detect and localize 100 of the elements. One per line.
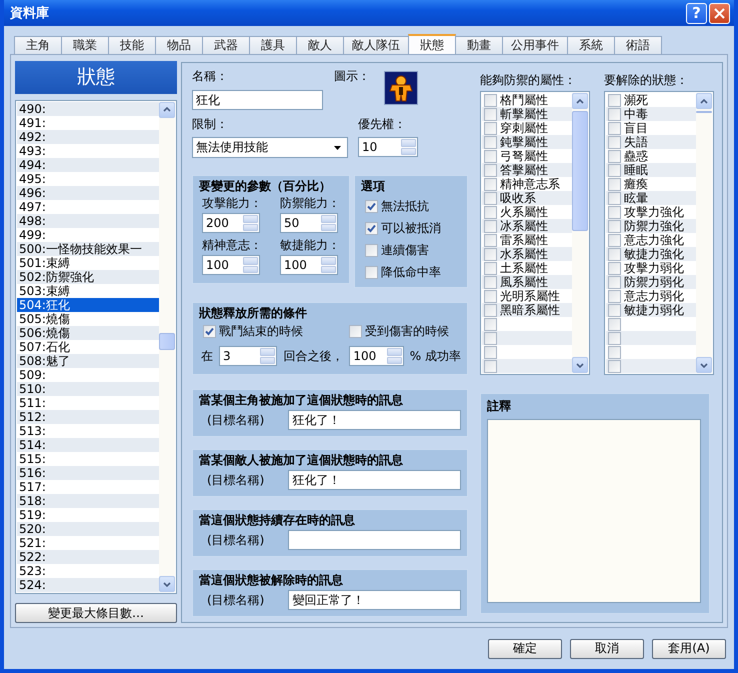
checkbox[interactable] [365,244,378,257]
checkbox[interactable] [484,304,497,316]
list-item[interactable]: 508:魅了 [17,354,159,368]
option-label: 攻擊力強化 [624,204,684,220]
list-item[interactable]: 518: [17,494,159,508]
checkbox[interactable] [484,220,497,232]
checkbox[interactable] [608,108,621,120]
tab[interactable]: 物品 [155,36,203,54]
checkbox[interactable] [203,325,216,338]
scrollbar[interactable] [159,102,175,592]
dialog-button[interactable]: 取消 [570,638,644,658]
checkbox[interactable] [608,332,621,344]
tab[interactable]: 敵人隊伍 [343,36,409,54]
checkbox[interactable] [608,136,621,148]
tab[interactable]: 術語 [614,36,662,54]
checkbox[interactable] [608,248,621,260]
checkbox[interactable] [608,192,621,204]
list-item[interactable]: 492: [17,130,159,144]
checkbox[interactable] [608,178,621,190]
notes-field[interactable] [487,419,701,603]
option-label: 土系屬性 [500,260,548,276]
list-item[interactable]: 512: [17,410,159,424]
list-item[interactable]: 506:燒傷 [17,326,159,340]
list-item[interactable]: 502:防禦強化 [17,270,159,284]
max-entries-button[interactable]: 變更最大條目數… [15,603,177,623]
scroll-thumb[interactable] [572,111,588,231]
tab[interactable]: 敵人 [296,36,344,54]
checkbox[interactable] [365,222,378,235]
checkbox[interactable] [608,290,621,302]
checkbox[interactable] [484,346,497,358]
tab[interactable]: 公用事件 [502,36,568,54]
tab[interactable]: 護具 [249,36,297,54]
scroll-thumb[interactable] [696,111,712,113]
close-button[interactable] [709,2,730,24]
checkbox[interactable] [608,220,621,232]
checkbox[interactable] [608,360,621,372]
group-title: 選項 [361,179,385,193]
scrollbar[interactable] [696,93,712,373]
tab[interactable]: 職業 [61,36,109,54]
checkbox[interactable] [608,276,621,288]
dialog-button[interactable]: 套用(A) [652,638,726,658]
checkbox[interactable] [608,262,621,274]
message-field[interactable] [288,530,461,550]
message-field[interactable]: 狂化了！ [288,470,461,490]
checkbox[interactable] [608,206,621,218]
checkbox[interactable] [608,150,621,162]
list-item[interactable]: 520: [17,522,159,536]
dialog-button[interactable]: 確定 [488,638,562,658]
tab[interactable]: 技能 [108,36,156,54]
restriction-dropdown[interactable]: 無法使用技能 [192,137,348,158]
checkbox[interactable] [484,332,497,344]
list-item[interactable]: 494: [17,158,159,172]
tab[interactable]: 武器 [202,36,250,54]
tab[interactable]: 系統 [567,36,615,54]
message-field[interactable]: 狂化了！ [288,410,461,430]
checkbox[interactable] [365,266,378,279]
checkbox[interactable] [484,262,497,274]
checkbox[interactable] [484,276,497,288]
help-button[interactable]: ? [686,2,707,24]
list-item[interactable]: 504:狂化 [17,298,159,312]
tab[interactable]: 主角 [14,36,62,54]
checkbox[interactable] [484,94,497,106]
checkbox[interactable] [608,304,621,316]
checkbox[interactable] [608,346,621,358]
checkbox[interactable] [608,234,621,246]
checkbox[interactable] [484,290,497,302]
scrollbar[interactable] [572,93,588,373]
list-item[interactable]: 498: [17,214,159,228]
checkbox[interactable] [484,360,497,372]
list-item[interactable]: 522: [17,550,159,564]
message-field[interactable]: 變回正常了！ [288,590,461,610]
list-item[interactable]: 514: [17,438,159,452]
list-item[interactable]: 496: [17,186,159,200]
list-item[interactable]: 500:一怪物技能效果一 [17,242,159,256]
scroll-thumb[interactable] [159,332,175,350]
tab[interactable]: 動畫 [455,36,503,54]
checkbox[interactable] [484,234,497,246]
checkbox[interactable] [484,318,497,330]
name-field[interactable]: 狂化 [192,90,323,110]
checkbox[interactable] [608,164,621,176]
checkbox[interactable] [349,325,362,338]
checkbox[interactable] [608,122,621,134]
checkbox[interactable] [484,206,497,218]
checkbox[interactable] [365,200,378,213]
checkbox[interactable] [484,150,497,162]
checkbox[interactable] [484,136,497,148]
tab[interactable]: 狀態 [408,34,456,54]
checkbox[interactable] [484,248,497,260]
checkbox[interactable] [484,122,497,134]
figure-icon[interactable] [384,71,418,105]
list-item[interactable]: 524: [17,578,159,592]
checkbox[interactable] [484,192,497,204]
checkbox[interactable] [608,94,621,106]
checkbox[interactable] [484,164,497,176]
checkbox[interactable] [608,318,621,330]
checkbox[interactable] [484,108,497,120]
list-item[interactable]: 516: [17,466,159,480]
list-item[interactable]: 510: [17,382,159,396]
list-item[interactable]: 490: [17,102,159,116]
checkbox[interactable] [484,178,497,190]
